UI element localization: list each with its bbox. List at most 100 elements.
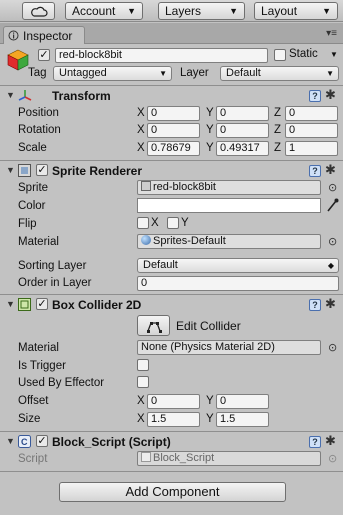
object-picker-icon[interactable]: ⊙ (328, 235, 337, 248)
material-sphere-icon (141, 235, 151, 245)
static-label: Static (289, 48, 318, 60)
tag-label: Tag (28, 67, 47, 79)
physics-material-field[interactable]: None (Physics Material 2D) (137, 340, 321, 355)
cloud-icon (30, 6, 48, 17)
gear-icon[interactable]: ✱ (325, 296, 336, 312)
flip-x-checkbox[interactable] (137, 217, 149, 229)
flip-label: Flip (18, 218, 37, 230)
color-swatch[interactable] (137, 198, 321, 213)
script-value: Block_Script (153, 452, 215, 464)
sprite-label: Sprite (18, 182, 49, 194)
script-label: Script (18, 453, 48, 465)
flip-y-checkbox[interactable] (167, 217, 179, 229)
order-in-layer-label: Order in Layer (18, 277, 92, 289)
eyedropper-icon[interactable] (326, 198, 339, 213)
layout-dropdown[interactable]: Layout ▼ (254, 2, 338, 20)
object-picker-icon[interactable]: ⊙ (328, 341, 337, 354)
block-script-enabled-checkbox[interactable]: ✓ (36, 435, 48, 447)
box-collider-enabled-checkbox[interactable]: ✓ (36, 298, 48, 310)
object-name-input[interactable]: red-block8bit (55, 48, 268, 63)
layers-dropdown[interactable]: Layers ▼ (158, 2, 245, 20)
layout-label: Layout (261, 4, 298, 18)
chevron-updown-icon: ◆ (327, 261, 334, 270)
layer-dropdown[interactable]: Default ▼ (220, 66, 339, 81)
block-script-header[interactable]: ▼ C ✓ Block_Script (Script) ? ✱ (0, 433, 343, 451)
sprite-value: red-block8bit (153, 181, 216, 193)
gear-icon[interactable]: ✱ (325, 162, 336, 178)
tab-label: Inspector (23, 28, 73, 43)
sprite-field[interactable]: red-block8bit (137, 180, 321, 195)
order-in-layer-input[interactable]: 0 (137, 276, 339, 291)
sorting-layer-value: Default (143, 259, 178, 271)
axis-x-label: X (137, 107, 145, 119)
axis-y-label: Y (206, 413, 214, 425)
foldout-arrow-icon[interactable]: ▼ (6, 90, 15, 100)
foldout-arrow-icon[interactable]: ▼ (6, 165, 15, 175)
help-icon[interactable]: ? (309, 436, 321, 448)
help-icon[interactable]: ? (309, 299, 321, 311)
sorting-layer-dropdown[interactable]: Default ◆ (137, 258, 339, 273)
help-icon[interactable]: ? (309, 90, 321, 102)
chevron-down-icon: ▼ (159, 69, 167, 78)
active-checkbox[interactable]: ✓ (38, 49, 50, 61)
add-component-button[interactable]: Add Component (59, 482, 286, 502)
position-x-input[interactable]: 0 (147, 106, 200, 121)
static-dropdown-icon[interactable]: ▼ (330, 50, 338, 59)
svg-text:C: C (21, 437, 28, 447)
rotation-y-input[interactable]: 0 (216, 123, 269, 138)
block-script-title: Block_Script (Script) (52, 435, 171, 449)
layers-label: Layers (165, 4, 202, 18)
edit-collider-button[interactable] (137, 315, 170, 336)
rotation-z-input[interactable]: 0 (285, 123, 338, 138)
gameobject-icon (6, 48, 30, 72)
position-z-input[interactable]: 0 (285, 106, 338, 121)
object-picker-icon[interactable]: ⊙ (328, 181, 337, 194)
axis-y-label: Y (206, 107, 214, 119)
sorting-layer-label: Sorting Layer (18, 260, 87, 272)
collider-material-label: Material (18, 342, 59, 354)
size-label: Size (18, 413, 41, 425)
cloud-button[interactable] (22, 2, 55, 20)
position-y-input[interactable]: 0 (216, 106, 269, 121)
scale-label: Scale (18, 142, 47, 154)
box-collider-header[interactable]: ▼ ✓ Box Collider 2D ? ✱ (0, 296, 343, 314)
chevron-down-icon: ▼ (127, 6, 136, 16)
axis-z-label: Z (274, 124, 282, 136)
flip-y-label: Y (181, 217, 189, 229)
tag-dropdown[interactable]: Untagged ▼ (53, 66, 172, 81)
tab-bar: Inspector ▾≡ (0, 23, 343, 44)
material-label: Material (18, 236, 59, 248)
transform-header[interactable]: ▼ Transform ? ✱ (0, 87, 343, 105)
chevron-down-icon: ▼ (229, 6, 238, 16)
material-value: Sprites-Default (153, 235, 226, 247)
scale-x-input[interactable]: 0.78679 (147, 141, 200, 156)
scale-y-input[interactable]: 0.49317 (216, 141, 269, 156)
axis-x-label: X (137, 124, 145, 136)
gear-icon[interactable]: ✱ (325, 433, 336, 449)
tab-inspector[interactable]: Inspector (3, 26, 85, 44)
sprite-renderer-header[interactable]: ▼ ✓ Sprite Renderer ? ✱ (0, 162, 343, 180)
tab-menu-icon[interactable]: ▾≡ (326, 28, 337, 39)
rotation-x-input[interactable]: 0 (147, 123, 200, 138)
material-field[interactable]: Sprites-Default (137, 234, 321, 249)
scale-z-input[interactable]: 1 (285, 141, 338, 156)
axis-z-label: Z (274, 142, 282, 154)
rotation-label: Rotation (18, 124, 61, 136)
gear-icon[interactable]: ✱ (325, 87, 336, 103)
static-checkbox[interactable] (274, 49, 286, 61)
used-by-effector-label: Used By Effector (18, 377, 105, 389)
used-by-effector-checkbox[interactable] (137, 376, 149, 388)
script-field: Block_Script (137, 451, 321, 466)
is-trigger-checkbox[interactable] (137, 359, 149, 371)
sprite-renderer-title: Sprite Renderer (52, 164, 143, 178)
offset-y-input[interactable]: 0 (216, 394, 269, 409)
account-dropdown[interactable]: Account ▼ (65, 2, 143, 20)
box-collider-title: Box Collider 2D (52, 298, 142, 312)
foldout-arrow-icon[interactable]: ▼ (6, 436, 15, 446)
offset-x-input[interactable]: 0 (147, 394, 200, 409)
sprite-renderer-enabled-checkbox[interactable]: ✓ (36, 164, 48, 176)
foldout-arrow-icon[interactable]: ▼ (6, 299, 15, 309)
size-x-input[interactable]: 1.5 (147, 412, 200, 427)
help-icon[interactable]: ? (309, 165, 321, 177)
size-y-input[interactable]: 1.5 (216, 412, 269, 427)
